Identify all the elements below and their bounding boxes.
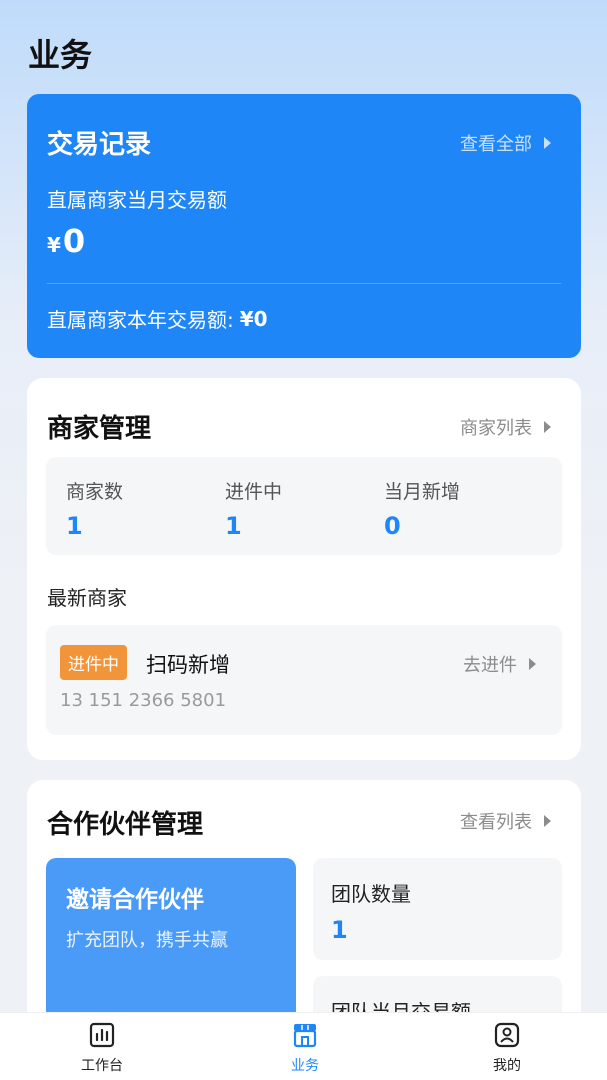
merchant-name: 扫码新增 xyxy=(146,653,230,677)
go-apply-link[interactable]: 去进件 xyxy=(463,651,536,677)
user-icon xyxy=(494,1022,520,1048)
chevron-right-icon xyxy=(544,137,551,149)
nav-item-workbench[interactable]: 工作台 xyxy=(62,1021,142,1075)
chevron-right-icon xyxy=(529,658,536,670)
divider xyxy=(47,283,561,284)
chevron-right-icon xyxy=(544,421,551,433)
merchant-phone: 13 151 2366 5801 xyxy=(60,690,227,711)
merchant-list-label: 商家列表 xyxy=(460,418,532,439)
status-badge: 进件中 xyxy=(60,645,127,680)
page-title: 业务 xyxy=(28,36,93,74)
store-icon xyxy=(293,1024,317,1048)
yearly-amount: 直属商家本年交易额: ¥0 xyxy=(47,304,268,333)
invite-partner-title: 邀请合作伙伴 xyxy=(66,887,204,913)
stat-label: 进件中 xyxy=(225,481,283,503)
invite-partner-subtitle: 扩充团队，携手共赢 xyxy=(66,930,228,951)
nav-label: 业务 xyxy=(291,1058,319,1074)
nav-label: 我的 xyxy=(493,1058,521,1074)
team-count-value: 1 xyxy=(331,916,348,944)
latest-merchants-title: 最新商家 xyxy=(47,586,127,610)
stat-value: 1 xyxy=(225,512,242,540)
merchant-management-title: 商家管理 xyxy=(47,414,152,444)
monthly-amount-label: 直属商家当月交易额 xyxy=(47,188,227,212)
nav-item-business[interactable]: 业务 xyxy=(265,1021,345,1075)
yearly-amount-value: ¥0 xyxy=(239,306,268,331)
view-all-link[interactable]: 查看全部 xyxy=(460,130,551,156)
stat-monthly-new[interactable]: 当月新增 0 xyxy=(384,477,460,540)
view-all-label: 查看全部 xyxy=(460,134,532,155)
stat-value: 0 xyxy=(384,512,401,540)
stat-label: 当月新增 xyxy=(384,481,461,503)
monthly-amount: ¥ 0 xyxy=(47,222,85,260)
stat-value: 1 xyxy=(66,512,83,540)
stat-merchant-count[interactable]: 商家数 1 xyxy=(66,477,123,540)
bottom-nav: 工作台 业务 我的 xyxy=(0,1012,607,1080)
chevron-right-icon xyxy=(544,815,551,827)
stat-in-progress[interactable]: 进件中 1 xyxy=(225,477,282,540)
partner-management-title: 合作伙伴管理 xyxy=(47,810,204,840)
merchant-stats: 商家数 1 进件中 1 当月新增 0 xyxy=(46,457,562,555)
nav-item-mine[interactable]: 我的 xyxy=(467,1021,547,1075)
team-count-label: 团队数量 xyxy=(331,882,411,906)
merchant-list-link[interactable]: 商家列表 xyxy=(460,414,551,440)
latest-merchant-item[interactable]: 进件中 扫码新增 去进件 13 151 2366 5801 xyxy=(46,625,562,735)
yearly-amount-label: 直属商家本年交易额: xyxy=(47,308,234,332)
merchant-management-card: 商家管理 商家列表 商家数 1 进件中 1 当月新增 0 最新商家 进件中 扫码… xyxy=(27,378,581,760)
monthly-amount-value: 0 xyxy=(62,222,86,260)
nav-label: 工作台 xyxy=(81,1058,123,1074)
partner-list-link[interactable]: 查看列表 xyxy=(460,808,551,834)
go-apply-label: 去进件 xyxy=(463,655,517,676)
currency-symbol: ¥ xyxy=(47,233,61,257)
partner-list-label: 查看列表 xyxy=(460,812,532,833)
transaction-card: 交易记录 查看全部 直属商家当月交易额 ¥ 0 直属商家本年交易额: ¥0 xyxy=(27,94,581,358)
team-count-box[interactable]: 团队数量 1 xyxy=(313,858,562,960)
bar-chart-icon xyxy=(89,1022,115,1048)
stat-label: 商家数 xyxy=(66,481,124,503)
transaction-title: 交易记录 xyxy=(47,130,152,160)
